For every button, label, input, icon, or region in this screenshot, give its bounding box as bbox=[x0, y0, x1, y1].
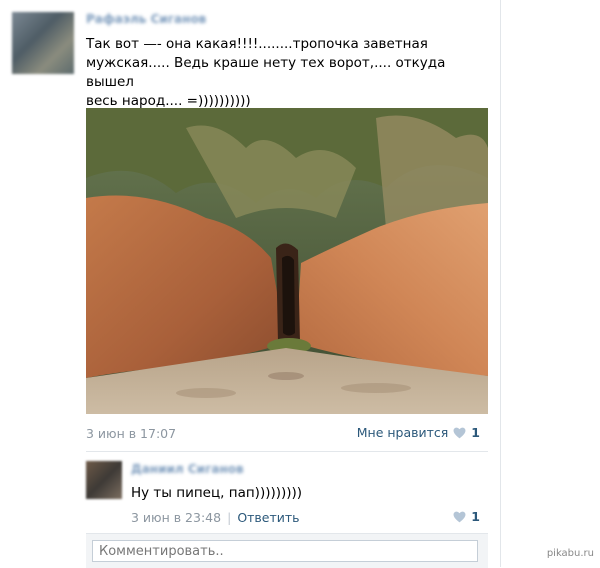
comment-input[interactable] bbox=[92, 540, 478, 562]
comment-author-name[interactable]: Даниил Сиганов bbox=[131, 462, 244, 476]
like-label: Мне нравится bbox=[356, 425, 449, 440]
wall-post: Рафаэль Сиганов Так вот —- она какая!!!!… bbox=[0, 0, 500, 568]
post-text: Так вот —- она какая!!!!........тропочка… bbox=[86, 36, 446, 109]
post-date-link[interactable]: 3 июн в 17:07 bbox=[86, 426, 176, 441]
heart-icon bbox=[453, 511, 466, 522]
reply-button[interactable]: Ответить bbox=[237, 510, 299, 525]
author-name[interactable]: Рафаэль Сиганов bbox=[86, 12, 206, 26]
author-avatar[interactable] bbox=[12, 12, 74, 74]
comment-meta: 3 июн в 23:48 | Ответить bbox=[131, 510, 300, 525]
post-right-border bbox=[500, 0, 501, 567]
replies-divider bbox=[86, 451, 488, 452]
comment-box bbox=[86, 533, 488, 568]
comment-meta-separator: | bbox=[227, 510, 232, 525]
heart-icon bbox=[453, 427, 466, 438]
comment-like-count: 1 bbox=[471, 509, 480, 524]
comment-author-avatar[interactable] bbox=[86, 461, 122, 499]
comment-like-button[interactable]: 1 bbox=[453, 509, 480, 524]
comment-text: Ну ты пипец, пап))))))))) bbox=[131, 485, 303, 501]
site-watermark: pikabu.ru bbox=[546, 548, 594, 559]
like-count: 1 bbox=[471, 425, 480, 440]
post-photo[interactable] bbox=[86, 108, 488, 414]
post-like-button[interactable]: Мне нравится 1 bbox=[357, 425, 480, 440]
comment-date-link[interactable]: 3 июн в 23:48 bbox=[131, 510, 221, 525]
gully-photo-image bbox=[86, 108, 488, 414]
